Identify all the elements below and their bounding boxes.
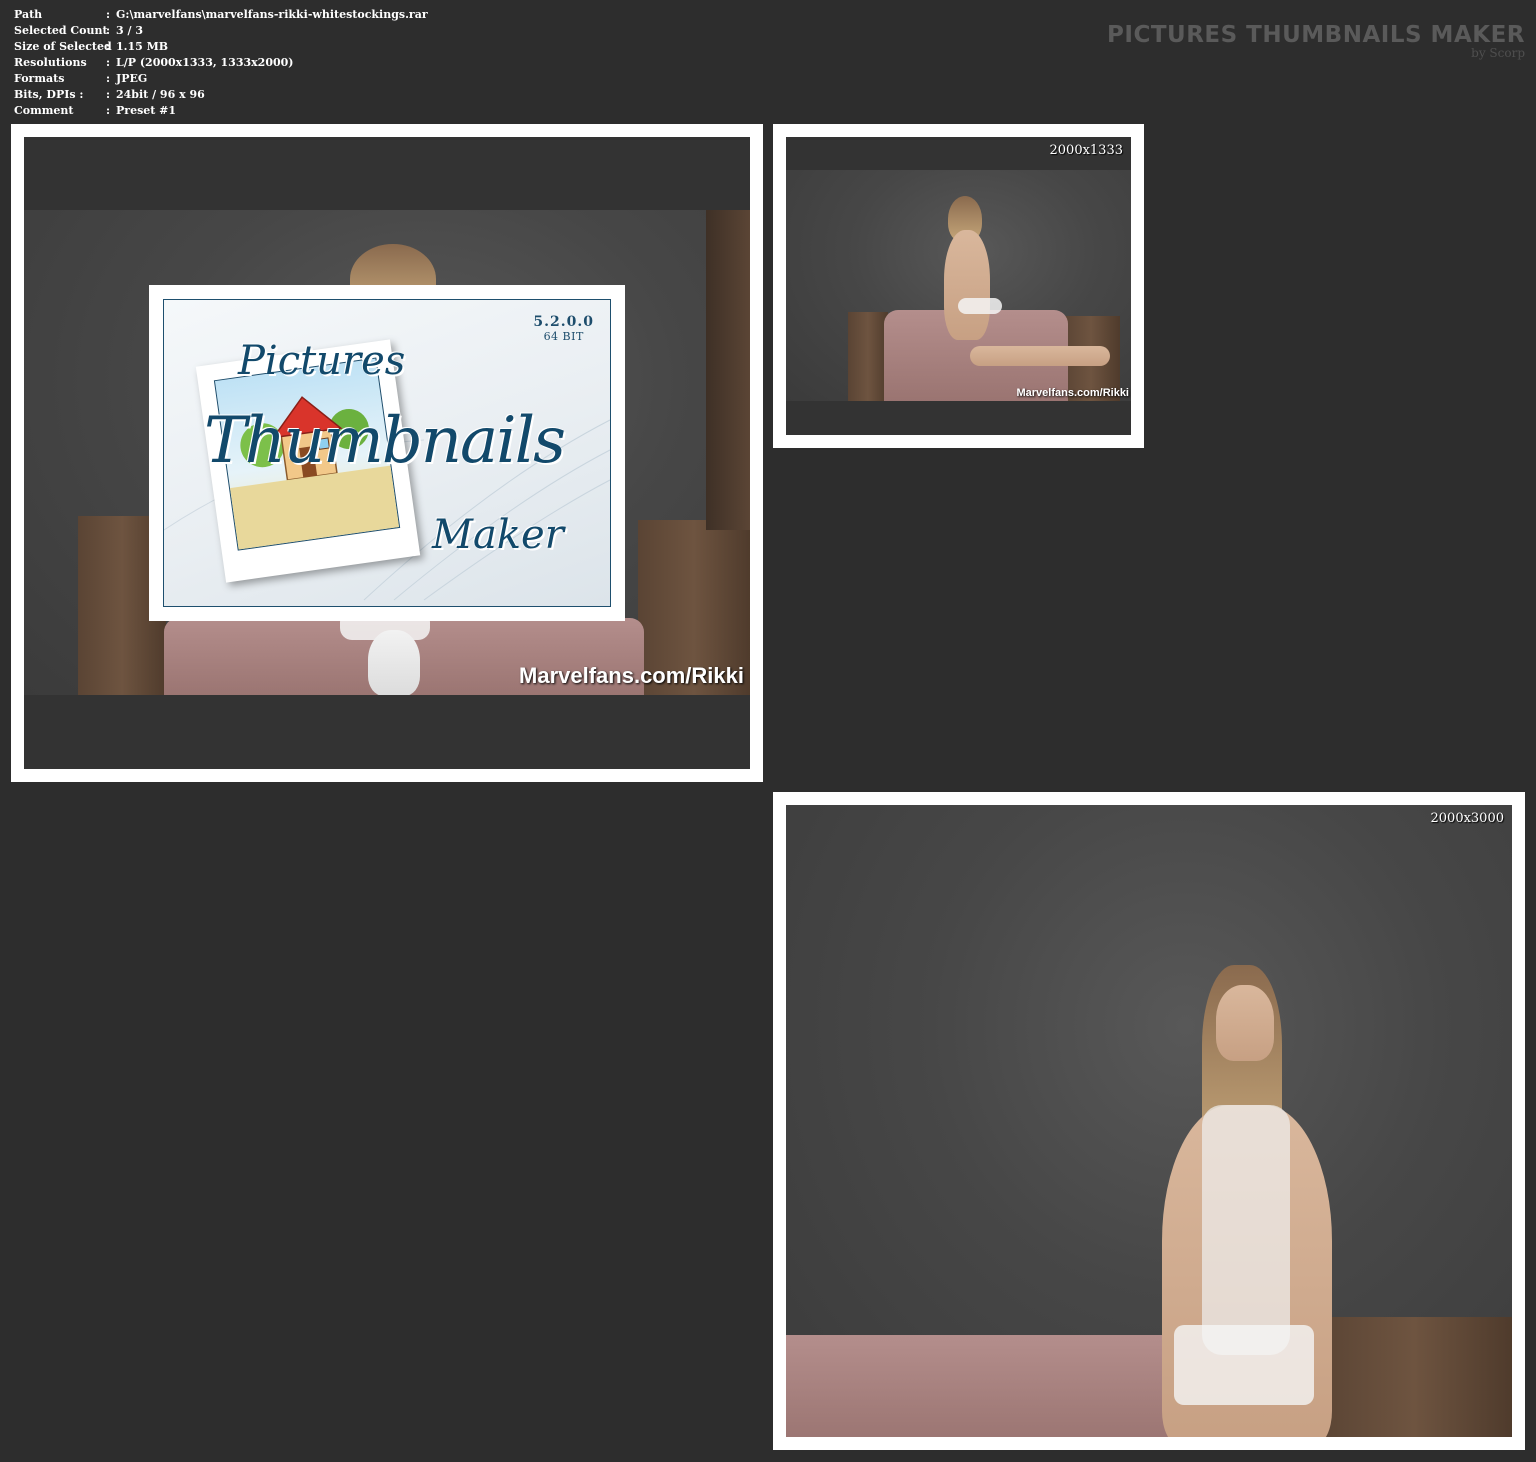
thumbnail-canvas: 2000x3000 xyxy=(786,805,1512,1437)
info-key: Resolutions xyxy=(14,56,87,69)
info-row-size: Size of Selected : 1.15 MB xyxy=(14,39,428,55)
splash-panel: Pictures Thumbnails Maker 5.2.0.0 64 BIT xyxy=(163,299,611,607)
info-value: 3 / 3 xyxy=(116,24,143,37)
thumbnail-resolution: 2000x3000 xyxy=(1430,811,1505,826)
splash-word-pictures: Pictures xyxy=(238,338,406,384)
info-row-selected-count: Selected Count : 3 / 3 xyxy=(14,23,428,39)
splash-word-maker: Maker xyxy=(432,512,564,558)
info-value: L/P (2000x1333, 1333x2000) xyxy=(116,56,294,69)
splash-word-thumbnails: Thumbnails xyxy=(204,404,566,478)
info-row-path: Path : G:\marvelfans\marvelfans-rikki-wh… xyxy=(14,7,428,23)
thumbnail-canvas: 2000x1333 Marvelfans.com/Rikki xyxy=(786,137,1131,435)
splash-version-bits: 64 BIT xyxy=(543,330,584,343)
info-separator: : xyxy=(106,104,111,117)
info-key: Comment xyxy=(14,104,74,117)
brand-title: PICTURES THUMBNAILS MAKER xyxy=(1107,22,1525,48)
thumbnail-resolution: 2000x1333 xyxy=(1049,143,1124,158)
info-row-bits-dpi: Bits, DPIs : : 24bit / 96 x 96 xyxy=(14,87,428,103)
info-panel: Path : G:\marvelfans\marvelfans-rikki-wh… xyxy=(14,7,428,119)
info-value: Preset #1 xyxy=(116,104,177,117)
info-row-resolutions: Resolutions : L/P (2000x1333, 1333x2000) xyxy=(14,55,428,71)
splash-version: 5.2.0.0 64 BIT xyxy=(533,314,594,343)
info-value: JPEG xyxy=(116,72,148,85)
info-value: 1.15 MB xyxy=(116,40,169,53)
info-row-comment: Comment : Preset #1 xyxy=(14,103,428,119)
info-key: Path xyxy=(14,8,43,21)
thumbnail-photo: Marvelfans.com/Rikki xyxy=(786,170,1131,401)
info-separator: : xyxy=(106,40,111,53)
thumbnail-photo xyxy=(786,805,1512,1437)
info-key: Size of Selected xyxy=(14,40,112,53)
thumbnail-watermark: Marvelfans.com/Rikki xyxy=(1016,387,1130,399)
thumbnail-1[interactable]: Marvelfans.com/Rikki Pictures Thumbnails… xyxy=(11,124,763,782)
info-separator: : xyxy=(106,88,111,101)
thumbnail-2[interactable]: 2000x1333 Marvelfans.com/Rikki xyxy=(773,124,1144,448)
info-key: Selected Count xyxy=(14,24,108,37)
splash-version-number: 5.2.0.0 xyxy=(533,314,594,330)
splash-logo: Pictures Thumbnails Maker 5.2.0.0 64 BIT xyxy=(149,285,625,621)
info-separator: : xyxy=(106,24,111,37)
info-value: 24bit / 96 x 96 xyxy=(116,88,205,101)
info-key: Formats xyxy=(14,72,65,85)
info-separator: : xyxy=(106,72,111,85)
info-row-formats: Formats : JPEG xyxy=(14,71,428,87)
info-separator: : xyxy=(106,56,111,69)
thumbnail-3[interactable]: 2000x3000 xyxy=(773,792,1525,1450)
info-value: G:\marvelfans\marvelfans-rikki-whitestoc… xyxy=(116,8,428,21)
thumbnail-watermark: Marvelfans.com/Rikki xyxy=(519,663,744,688)
info-key: Bits, DPIs : xyxy=(14,88,84,101)
brand-logo: PICTURES THUMBNAILS MAKER by Scorp xyxy=(1107,21,1525,59)
info-separator: : xyxy=(106,8,111,21)
